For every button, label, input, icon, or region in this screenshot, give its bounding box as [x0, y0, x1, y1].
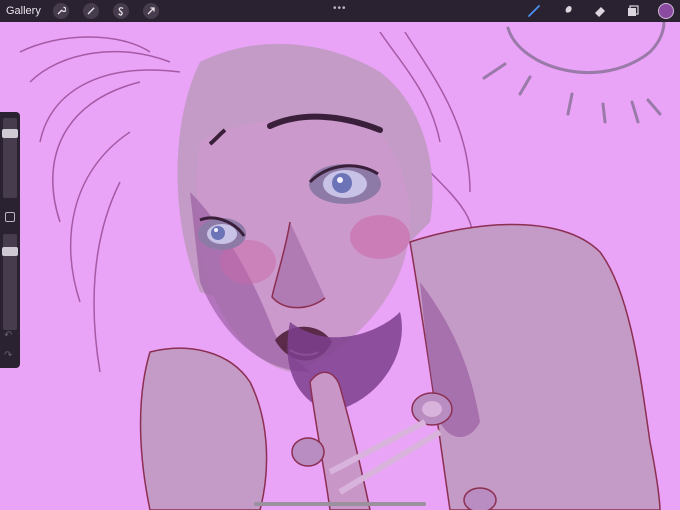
right-tools — [526, 3, 674, 19]
layers-icon[interactable] — [625, 3, 641, 19]
redo-button[interactable]: ↷ — [4, 350, 12, 361]
smudge-icon[interactable] — [559, 3, 575, 19]
undo-button[interactable]: ↶ — [4, 330, 12, 341]
magic-wand-icon[interactable] — [82, 3, 99, 19]
wrench-icon[interactable] — [52, 3, 69, 19]
eraser-icon[interactable] — [592, 3, 608, 19]
selection-icon[interactable] — [112, 3, 129, 19]
modify-button[interactable] — [5, 212, 15, 222]
sun-sketch — [482, 22, 666, 124]
brush-size-slider[interactable] — [2, 128, 18, 138]
top-toolbar: Gallery ••• — [0, 0, 680, 22]
drawing-canvas[interactable] — [0, 22, 680, 510]
gallery-button[interactable]: Gallery — [6, 5, 41, 17]
opacity-slider[interactable] — [2, 247, 18, 257]
left-tools — [52, 3, 159, 19]
color-picker-swatch[interactable] — [658, 3, 674, 19]
brush-icon[interactable] — [526, 3, 542, 19]
eye-left — [198, 216, 246, 250]
home-indicator[interactable] — [254, 502, 426, 506]
cheek-blush-right — [350, 215, 410, 259]
left-sidebar: ↶ ↷ — [0, 112, 20, 368]
more-options-button[interactable]: ••• — [333, 3, 347, 14]
transform-arrow-icon[interactable] — [142, 3, 159, 19]
eye-right — [308, 164, 381, 204]
hand-left — [139, 347, 268, 510]
